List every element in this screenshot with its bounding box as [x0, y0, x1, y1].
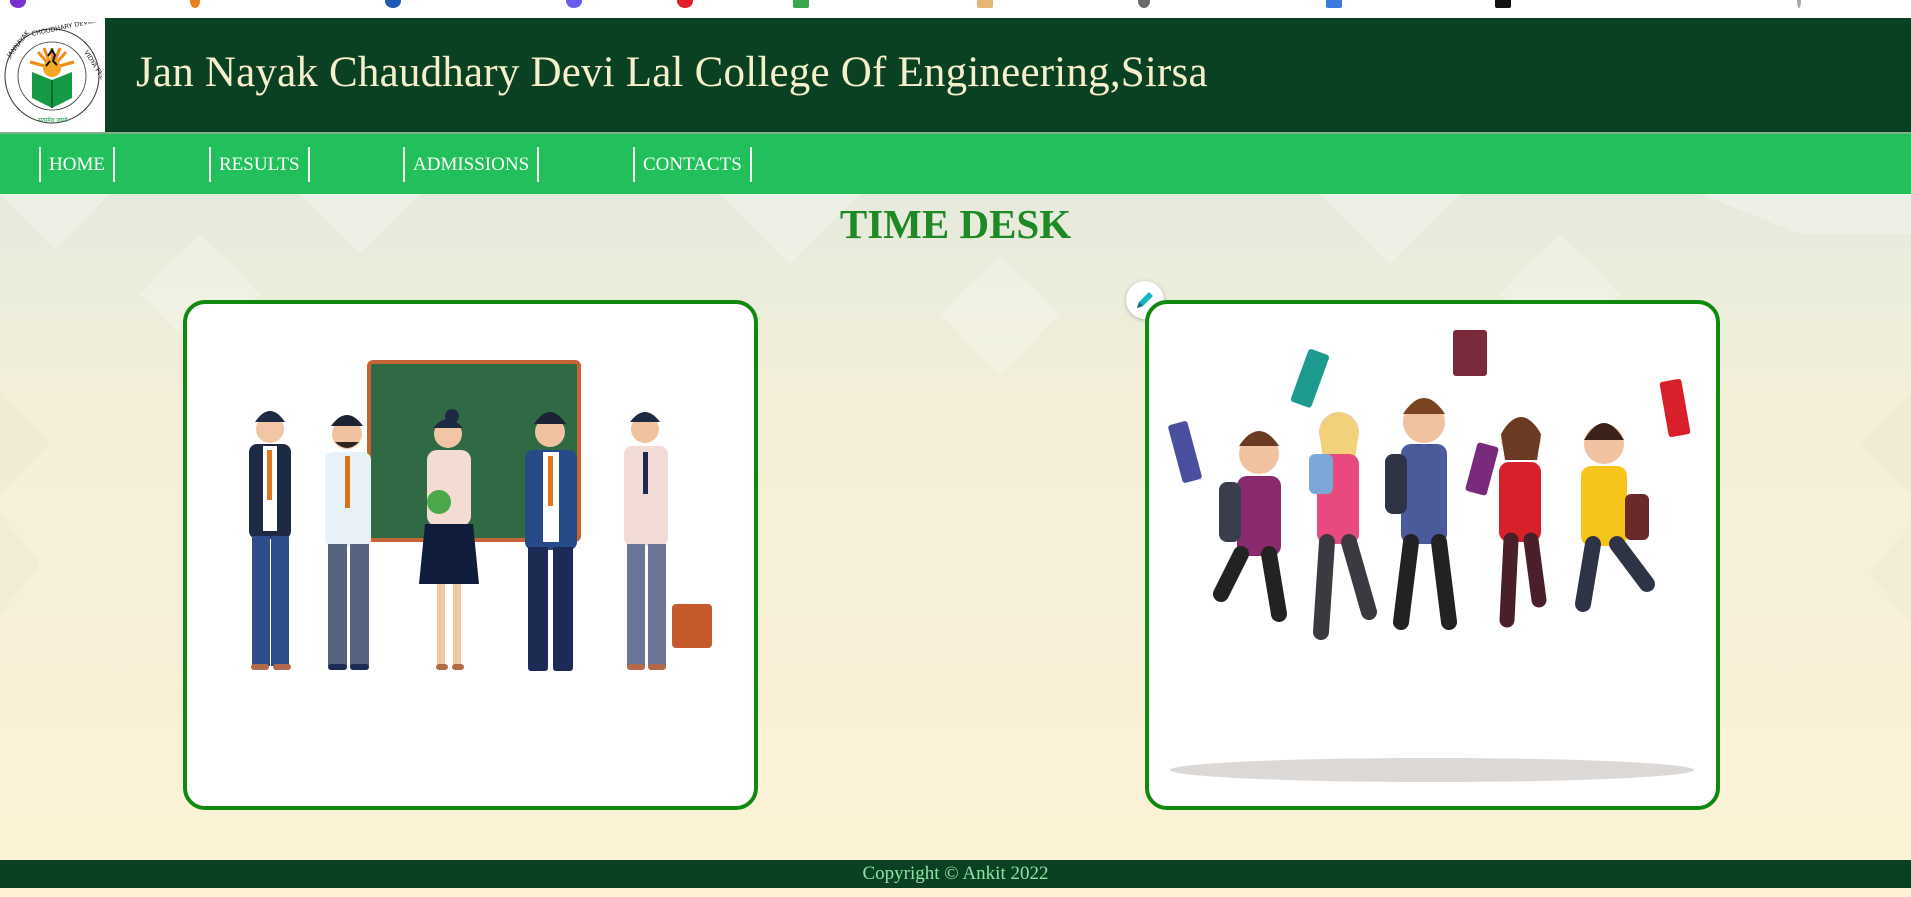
copyright-text: Copyright © Ankit 2022 — [862, 863, 1049, 884]
bookmark-favicon-black[interactable] — [1495, 0, 1511, 8]
svg-text:सत्यमेव जयते: सत्यमेव जयते — [38, 116, 68, 124]
college-logo-icon: JANNAYAK CHOUDHARY DEVILAL VIDYA PEETH स… — [4, 22, 102, 124]
site-title: Jan Nayak Chaudhary Devi Lal College Of … — [136, 49, 1208, 96]
card-students[interactable] — [1145, 300, 1720, 810]
bookmark-favicon-red[interactable] — [677, 0, 693, 8]
site-header: JANNAYAK CHOUDHARY DEVILAL VIDYA PEETH स… — [0, 18, 1911, 134]
main-nav: HOME RESULTS ADMISSIONS CONTACTS — [0, 134, 1911, 194]
bookmark-favicon-gray-small[interactable] — [1797, 0, 1801, 8]
bookmark-favicon-blue-grid[interactable] — [1326, 0, 1342, 8]
page-heading: TIME DESK — [839, 201, 1072, 247]
nav-item-home[interactable]: HOME — [39, 147, 115, 182]
card-teachers[interactable] — [183, 300, 758, 810]
bookmark-favicon-indigo[interactable] — [566, 0, 582, 8]
browser-bookmarks-bar — [0, 0, 1911, 18]
site-footer: Copyright © Ankit 2022 — [0, 860, 1911, 888]
nav-item-admissions[interactable]: ADMISSIONS — [403, 147, 540, 182]
college-logo[interactable]: JANNAYAK CHOUDHARY DEVILAL VIDYA PEETH स… — [0, 18, 105, 132]
bookmark-favicon-gray[interactable] — [1138, 0, 1150, 8]
students-jumping-illustration — [1168, 330, 1694, 782]
bookmark-favicon-purple[interactable] — [10, 0, 26, 8]
bookmark-favicon-blue[interactable] — [385, 0, 401, 8]
teachers-illustration — [249, 360, 712, 671]
bookmark-favicon-green[interactable] — [793, 0, 809, 8]
bookmark-favicon-tan[interactable] — [977, 0, 993, 8]
nav-item-results[interactable]: RESULTS — [209, 147, 310, 182]
nav-item-contacts[interactable]: CONTACTS — [633, 147, 752, 182]
bookmark-favicon-orange[interactable] — [190, 0, 200, 8]
